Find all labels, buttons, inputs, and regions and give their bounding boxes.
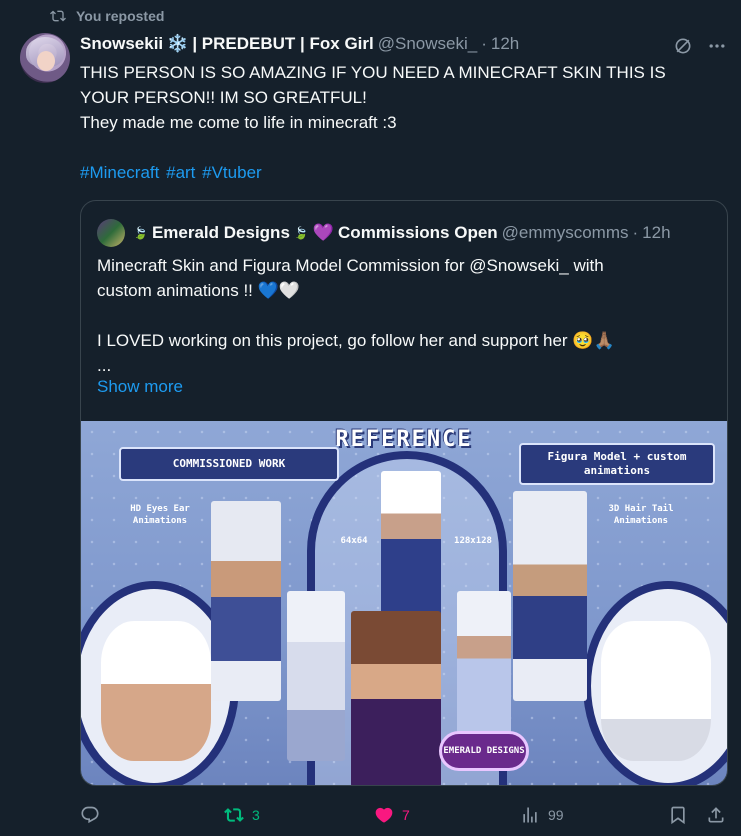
repost-banner-text: You reposted: [76, 8, 165, 24]
tweet-line: THIS PERSON IS SO AMAZING IF YOU NEED A …: [80, 63, 666, 82]
tweet-action-bar: 3 7 99: [80, 800, 728, 830]
quoted-line: ...: [97, 356, 112, 375]
quoted-tweet-time[interactable]: 12h: [642, 223, 670, 243]
reference-title: REFERENCE: [335, 427, 473, 452]
portrait-head: [101, 621, 211, 761]
bookmark-button[interactable]: [668, 805, 688, 825]
views-icon: [523, 807, 537, 823]
quoted-line: custom animations !! 💙🤍: [97, 281, 300, 300]
portrait-head: [601, 621, 711, 761]
repost-banner: You reposted: [50, 8, 164, 24]
skin-figure: [211, 501, 281, 701]
repost-icon: [224, 808, 244, 822]
skin-figure: [287, 591, 345, 761]
like-button[interactable]: 7: [374, 805, 410, 825]
repost-icon: [50, 10, 66, 22]
quoted-tweet-header: 🍃 Emerald Designs 🍃 💜 Commissions Open @…: [97, 219, 717, 247]
views-count: 99: [548, 807, 564, 823]
show-more-link[interactable]: Show more: [97, 377, 183, 397]
snowflake-emoji: ❄️: [167, 34, 189, 53]
hashtag-minecraft[interactable]: #Minecraft: [80, 163, 159, 182]
figura-model-banner: Figura Model + custom animations: [519, 443, 715, 485]
author-avatar[interactable]: [20, 33, 70, 83]
tweet-header: Snowsekii ❄️ | PREDEBUT | Fox Girl @Snow…: [80, 34, 651, 54]
like-count: 7: [402, 807, 410, 823]
repost-button[interactable]: 3: [224, 805, 260, 825]
reply-icon: [81, 806, 99, 824]
emerald-designs-logo: EMERALD DESIGNS: [439, 731, 529, 771]
separator-dot: ·: [481, 34, 487, 53]
quoted-author-name[interactable]: Emerald Designs: [152, 223, 290, 243]
leaf-emoji: 🍃: [133, 226, 148, 240]
quoted-line: I LOVED working on this project, go foll…: [97, 331, 615, 350]
tweet-line: They made me come to life in minecraft :…: [80, 113, 397, 132]
reply-button[interactable]: [80, 805, 108, 825]
hashtag-art[interactable]: #art: [166, 163, 195, 182]
quoted-author-handle[interactable]: @emmyscomms: [502, 223, 629, 243]
size-64-tag: 64x64: [340, 536, 368, 546]
heart-icon: [375, 807, 393, 823]
hd-eyes-tag: HD Eyes Ear Animations: [130, 504, 190, 526]
skin-figure: [457, 591, 511, 741]
leaf-emoji: 🍃: [293, 226, 309, 240]
quoted-tweet-text: Minecraft Skin and Figura Model Commissi…: [97, 253, 707, 378]
tweet-time[interactable]: 12h: [491, 34, 519, 54]
quoted-author-name-suffix[interactable]: Commissions Open: [338, 223, 498, 243]
quoted-author-avatar[interactable]: [97, 219, 125, 247]
views-button[interactable]: 99: [520, 805, 564, 825]
3d-hair-tag: 3D Hair Tail Animations: [608, 504, 674, 526]
minecraft-character: [351, 611, 441, 785]
quoted-line: Minecraft Skin and Figura Model Commissi…: [97, 256, 604, 275]
size-128-tag: 128x128: [454, 536, 492, 546]
author-name-suffix[interactable]: | PREDEBUT | Fox Girl: [192, 34, 373, 54]
tweet-line: YOUR PERSON!! IM SO GREATFUL!: [80, 88, 367, 107]
grok-icon[interactable]: [673, 36, 693, 56]
commissioned-work-banner: COMMISSIONED WORK: [119, 447, 339, 481]
author-name[interactable]: Snowsekii: [80, 34, 163, 54]
quoted-tweet[interactable]: 🍃 Emerald Designs 🍃 💜 Commissions Open @…: [80, 200, 728, 786]
separator-dot: ·: [632, 223, 639, 242]
purple-heart-emoji: 💜: [312, 223, 335, 242]
skin-figure: [513, 491, 587, 701]
tweet-text: THIS PERSON IS SO AMAZING IF YOU NEED A …: [80, 60, 720, 135]
repost-count: 3: [252, 807, 260, 823]
tweet-top-actions: [673, 36, 727, 56]
more-icon[interactable]: [707, 36, 727, 56]
quoted-media-image[interactable]: REFERENCE COMMISSIONED WORK Figura Model…: [81, 421, 727, 785]
hashtag-vtuber[interactable]: #Vtuber: [202, 163, 262, 182]
author-handle[interactable]: @Snowseki_: [378, 34, 477, 54]
share-icon: [708, 807, 724, 823]
hashtag-list: #Minecraft #art #Vtuber: [80, 160, 264, 185]
bookmark-icon: [671, 806, 685, 825]
share-button[interactable]: [706, 805, 726, 825]
